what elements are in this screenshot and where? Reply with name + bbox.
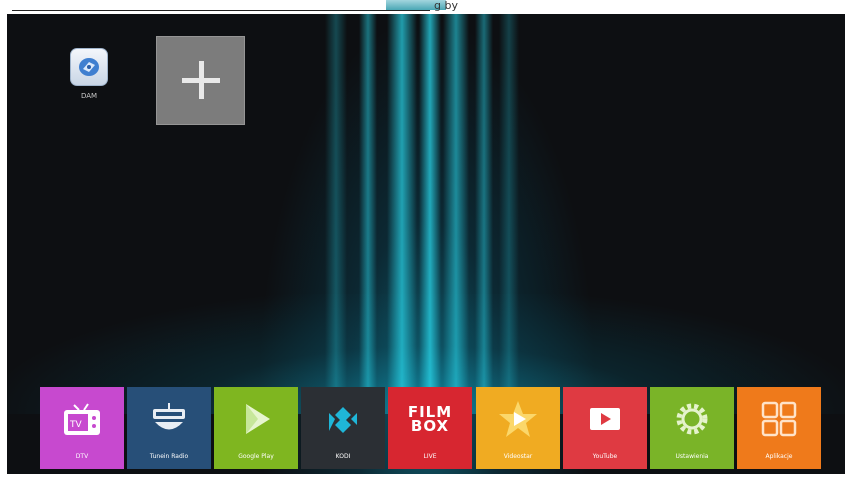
dock-tile-label: Aplikacje	[765, 453, 793, 460]
desktop-shortcut[interactable]: DAM	[59, 48, 119, 118]
shortcut-label: DAM	[80, 92, 98, 100]
dock-tile-youtube[interactable]: YouTube	[563, 387, 647, 469]
plus-icon-stem	[199, 61, 204, 99]
dock-tile-label: Tunein Radio	[149, 453, 189, 460]
top-strip: g by	[0, 0, 851, 14]
dock-tile-filmbox-live[interactable]: FILM BOX LIVE	[388, 387, 472, 469]
dock-tile-label: DTV	[75, 453, 89, 460]
gear-icon	[650, 395, 734, 443]
star-play-icon	[476, 395, 560, 443]
dock-tile-videostar[interactable]: Videostar	[476, 387, 560, 469]
dock-tile-label: Ustawienia	[675, 453, 709, 460]
add-shortcut-button[interactable]	[156, 36, 245, 125]
apps-grid-icon	[737, 395, 821, 443]
cropped-caption-right: g by	[434, 0, 458, 12]
shortcut-app-icon	[70, 48, 108, 86]
tv-icon: TV	[40, 395, 124, 443]
dock-tile-kodi[interactable]: KODI	[301, 387, 385, 469]
dock-tile-tunein-radio[interactable]: Tunein Radio	[127, 387, 211, 469]
dock-tile-label: Videostar	[503, 453, 533, 460]
play-store-icon	[214, 395, 298, 443]
tv-launcher-screen: DAM TV DTV Tunein Radio Google Play KODI…	[7, 14, 845, 474]
dock-tile-ustawienia[interactable]: Ustawienia	[650, 387, 734, 469]
filmbox-icon: FILM BOX	[388, 395, 472, 443]
dock-tile-google-play[interactable]: Google Play	[214, 387, 298, 469]
dock-tile-label: KODI	[335, 453, 351, 460]
cropped-caption-left	[12, 0, 430, 12]
dock-tile-label: Google Play	[238, 453, 274, 460]
light-ray	[325, 14, 347, 414]
dock-tile-aplikacje[interactable]: Aplikacje	[737, 387, 821, 469]
dock-tile-label: YouTube	[592, 453, 618, 460]
dock-tile-label: LIVE	[423, 453, 437, 460]
light-ray	[443, 14, 469, 414]
svg-text:TV: TV	[69, 420, 82, 430]
light-ray	[359, 14, 377, 414]
dock-tile-dtv[interactable]: TV DTV	[40, 387, 124, 469]
light-ray	[475, 14, 493, 414]
light-ray	[419, 14, 441, 414]
kodi-icon	[301, 395, 385, 443]
youtube-icon	[563, 395, 647, 443]
app-dock: TV DTV Tunein Radio Google Play KODI FIL…	[40, 387, 822, 469]
light-ray	[387, 14, 417, 414]
light-ray	[499, 14, 519, 414]
filmbox-logo-line2: BOX	[410, 417, 450, 435]
radio-icon	[127, 395, 211, 443]
